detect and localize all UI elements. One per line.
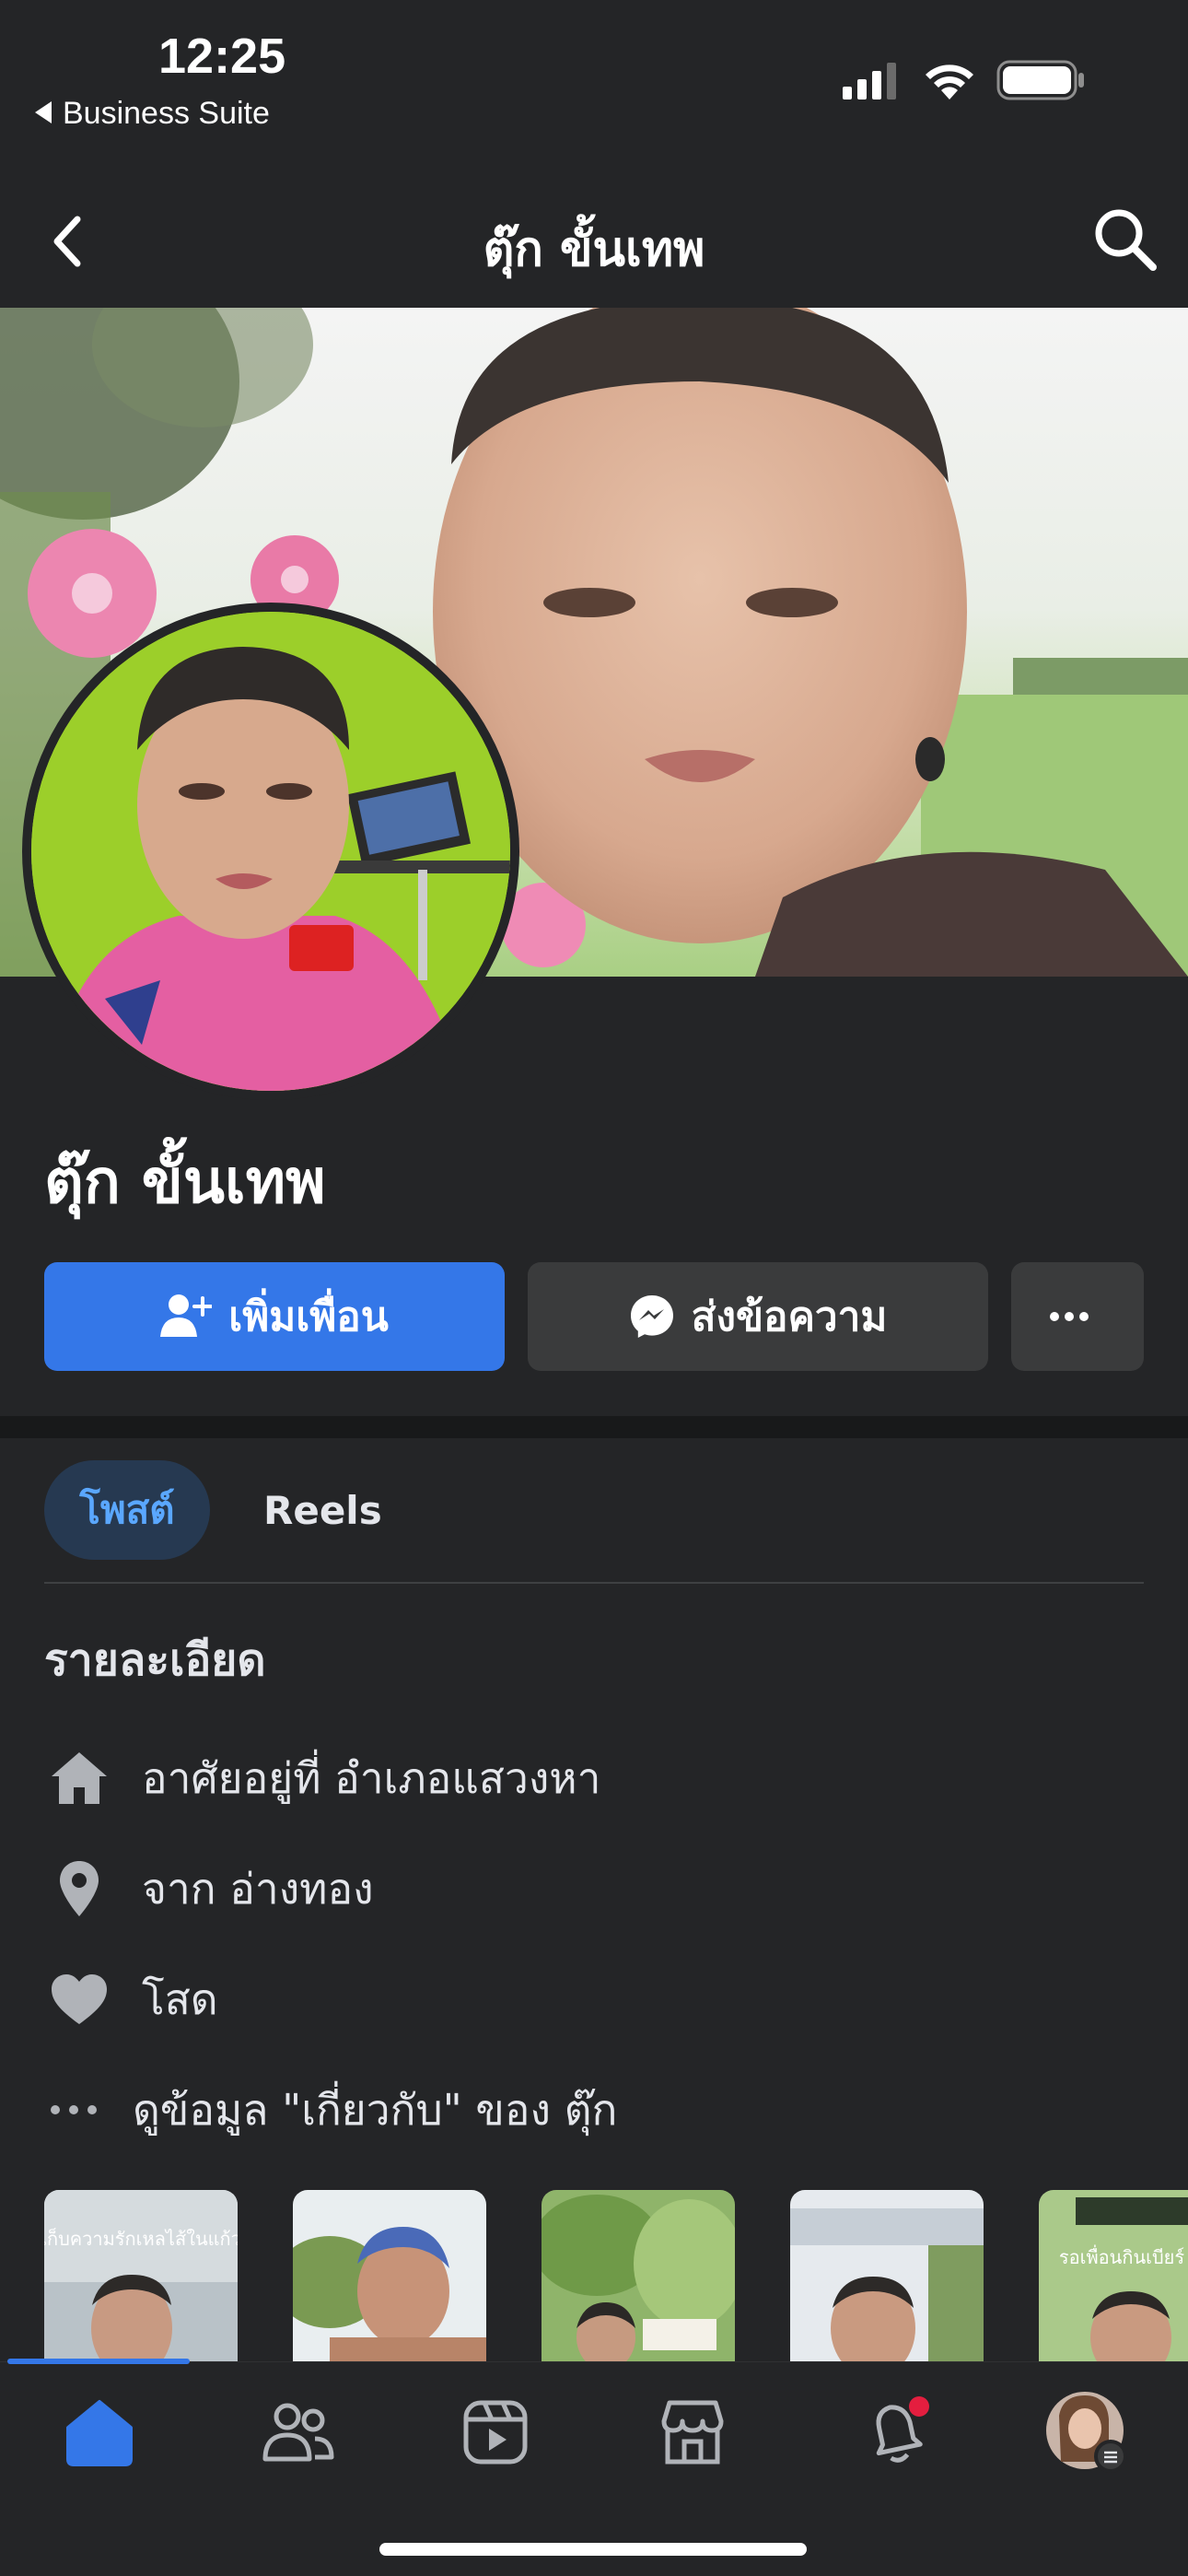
tab-marketplace[interactable] bbox=[646, 2386, 739, 2478]
thumbnail-image bbox=[790, 2190, 984, 2361]
tab-notifications[interactable] bbox=[851, 2386, 943, 2478]
section-divider bbox=[0, 1416, 1188, 1438]
detail-relationship: โสด bbox=[44, 1962, 218, 2036]
friends-icon bbox=[262, 2403, 334, 2462]
add-friend-button[interactable]: เพิ่มเพื่อน bbox=[44, 1262, 505, 1371]
thumbnail-image bbox=[293, 2190, 486, 2361]
profile-picture-image bbox=[31, 612, 510, 1091]
thumb-caption: รอเพื่อนกินเบียร์ bbox=[1059, 2244, 1184, 2268]
messenger-icon bbox=[630, 1295, 673, 1338]
photo-thumbnail[interactable] bbox=[293, 2190, 486, 2361]
home-indicator bbox=[379, 2543, 807, 2556]
photo-thumbnail[interactable] bbox=[790, 2190, 984, 2361]
location-pin-icon bbox=[44, 1852, 122, 1926]
profile-header-bar: ตุ๊ก ขั้นเทพ bbox=[0, 175, 1188, 308]
more-dots-icon bbox=[44, 2073, 122, 2147]
tab-divider bbox=[44, 1582, 1144, 1584]
status-bar: 12:25 Business Suite bbox=[0, 0, 1188, 175]
wifi-icon bbox=[926, 64, 973, 100]
see-about-info-link[interactable]: ดูข้อมูล "เกี่ยวกับ" ของ ตุ๊ก bbox=[44, 2073, 617, 2147]
more-horizontal-icon bbox=[1050, 1312, 1089, 1321]
thumbnail-image bbox=[542, 2190, 735, 2361]
message-label: ส่งข้อความ bbox=[691, 1294, 888, 1341]
cellular-signal-icon bbox=[843, 63, 896, 100]
battery-icon bbox=[996, 60, 1084, 100]
photo-thumbnail[interactable]: รอเพื่อนกินเบียร์ bbox=[1039, 2190, 1188, 2361]
heart-icon bbox=[44, 1962, 122, 2036]
active-tab-indicator bbox=[7, 2359, 190, 2364]
detail-text: โสด bbox=[142, 1973, 218, 2024]
status-time: 12:25 bbox=[158, 29, 286, 84]
back-app-label: Business Suite bbox=[63, 96, 270, 131]
tab-reels[interactable]: Reels bbox=[263, 1460, 382, 1560]
tab-friends[interactable] bbox=[252, 2386, 344, 2478]
avatar bbox=[31, 612, 510, 1091]
thumbnail-image: เก็บความรักเหลไส้ในแก้ว bbox=[44, 2190, 238, 2361]
notification-badge-dot bbox=[909, 2396, 929, 2417]
see-about-label: ดูข้อมูล "เกี่ยวกับ" ของ ตุ๊ก bbox=[133, 2084, 618, 2135]
video-icon bbox=[463, 2400, 528, 2465]
search-icon[interactable] bbox=[1087, 201, 1164, 278]
back-triangle-icon bbox=[35, 101, 52, 124]
details-heading: รายละเอียด bbox=[44, 1634, 266, 1686]
tab-posts[interactable]: โพสต์ bbox=[44, 1460, 210, 1560]
add-friend-icon bbox=[160, 1294, 213, 1337]
add-friend-label: เพิ่มเพื่อน bbox=[228, 1294, 389, 1341]
thumb-caption: เก็บความรักเหลไส้ในแก้ว bbox=[44, 2227, 238, 2250]
detail-from: จาก อ่างทอง bbox=[44, 1852, 374, 1926]
tab-profile[interactable] bbox=[1041, 2386, 1133, 2478]
tab-video[interactable] bbox=[449, 2386, 542, 2478]
marketplace-icon bbox=[661, 2400, 724, 2465]
profile-name: ตุ๊ก ขั้นเทพ bbox=[44, 1146, 326, 1217]
more-options-button[interactable] bbox=[1011, 1262, 1144, 1371]
thumbnail-image: รอเพื่อนกินเบียร์ bbox=[1039, 2190, 1188, 2361]
detail-text: อาศัยอยู่ที่ อำเภอแสวงหา bbox=[142, 1752, 601, 1803]
profile-avatar-icon bbox=[1046, 2392, 1127, 2473]
home-icon bbox=[66, 2400, 133, 2466]
home-icon bbox=[44, 1741, 122, 1815]
back-to-app-link[interactable]: Business Suite bbox=[35, 96, 270, 132]
detail-lives-in: อาศัยอยู่ที่ อำเภอแสวงหา bbox=[44, 1741, 600, 1815]
message-button[interactable]: ส่งข้อความ bbox=[528, 1262, 988, 1371]
page-title: ตุ๊ก ขั้นเทพ bbox=[483, 222, 705, 277]
notifications-icon bbox=[876, 2396, 929, 2463]
tab-home[interactable] bbox=[53, 2386, 146, 2478]
photo-thumbnail[interactable]: เก็บความรักเหลไส้ในแก้ว bbox=[44, 2190, 238, 2361]
detail-text: จาก อ่างทอง bbox=[142, 1863, 374, 1914]
photo-thumbnail[interactable] bbox=[542, 2190, 735, 2361]
profile-picture[interactable] bbox=[22, 603, 519, 1100]
